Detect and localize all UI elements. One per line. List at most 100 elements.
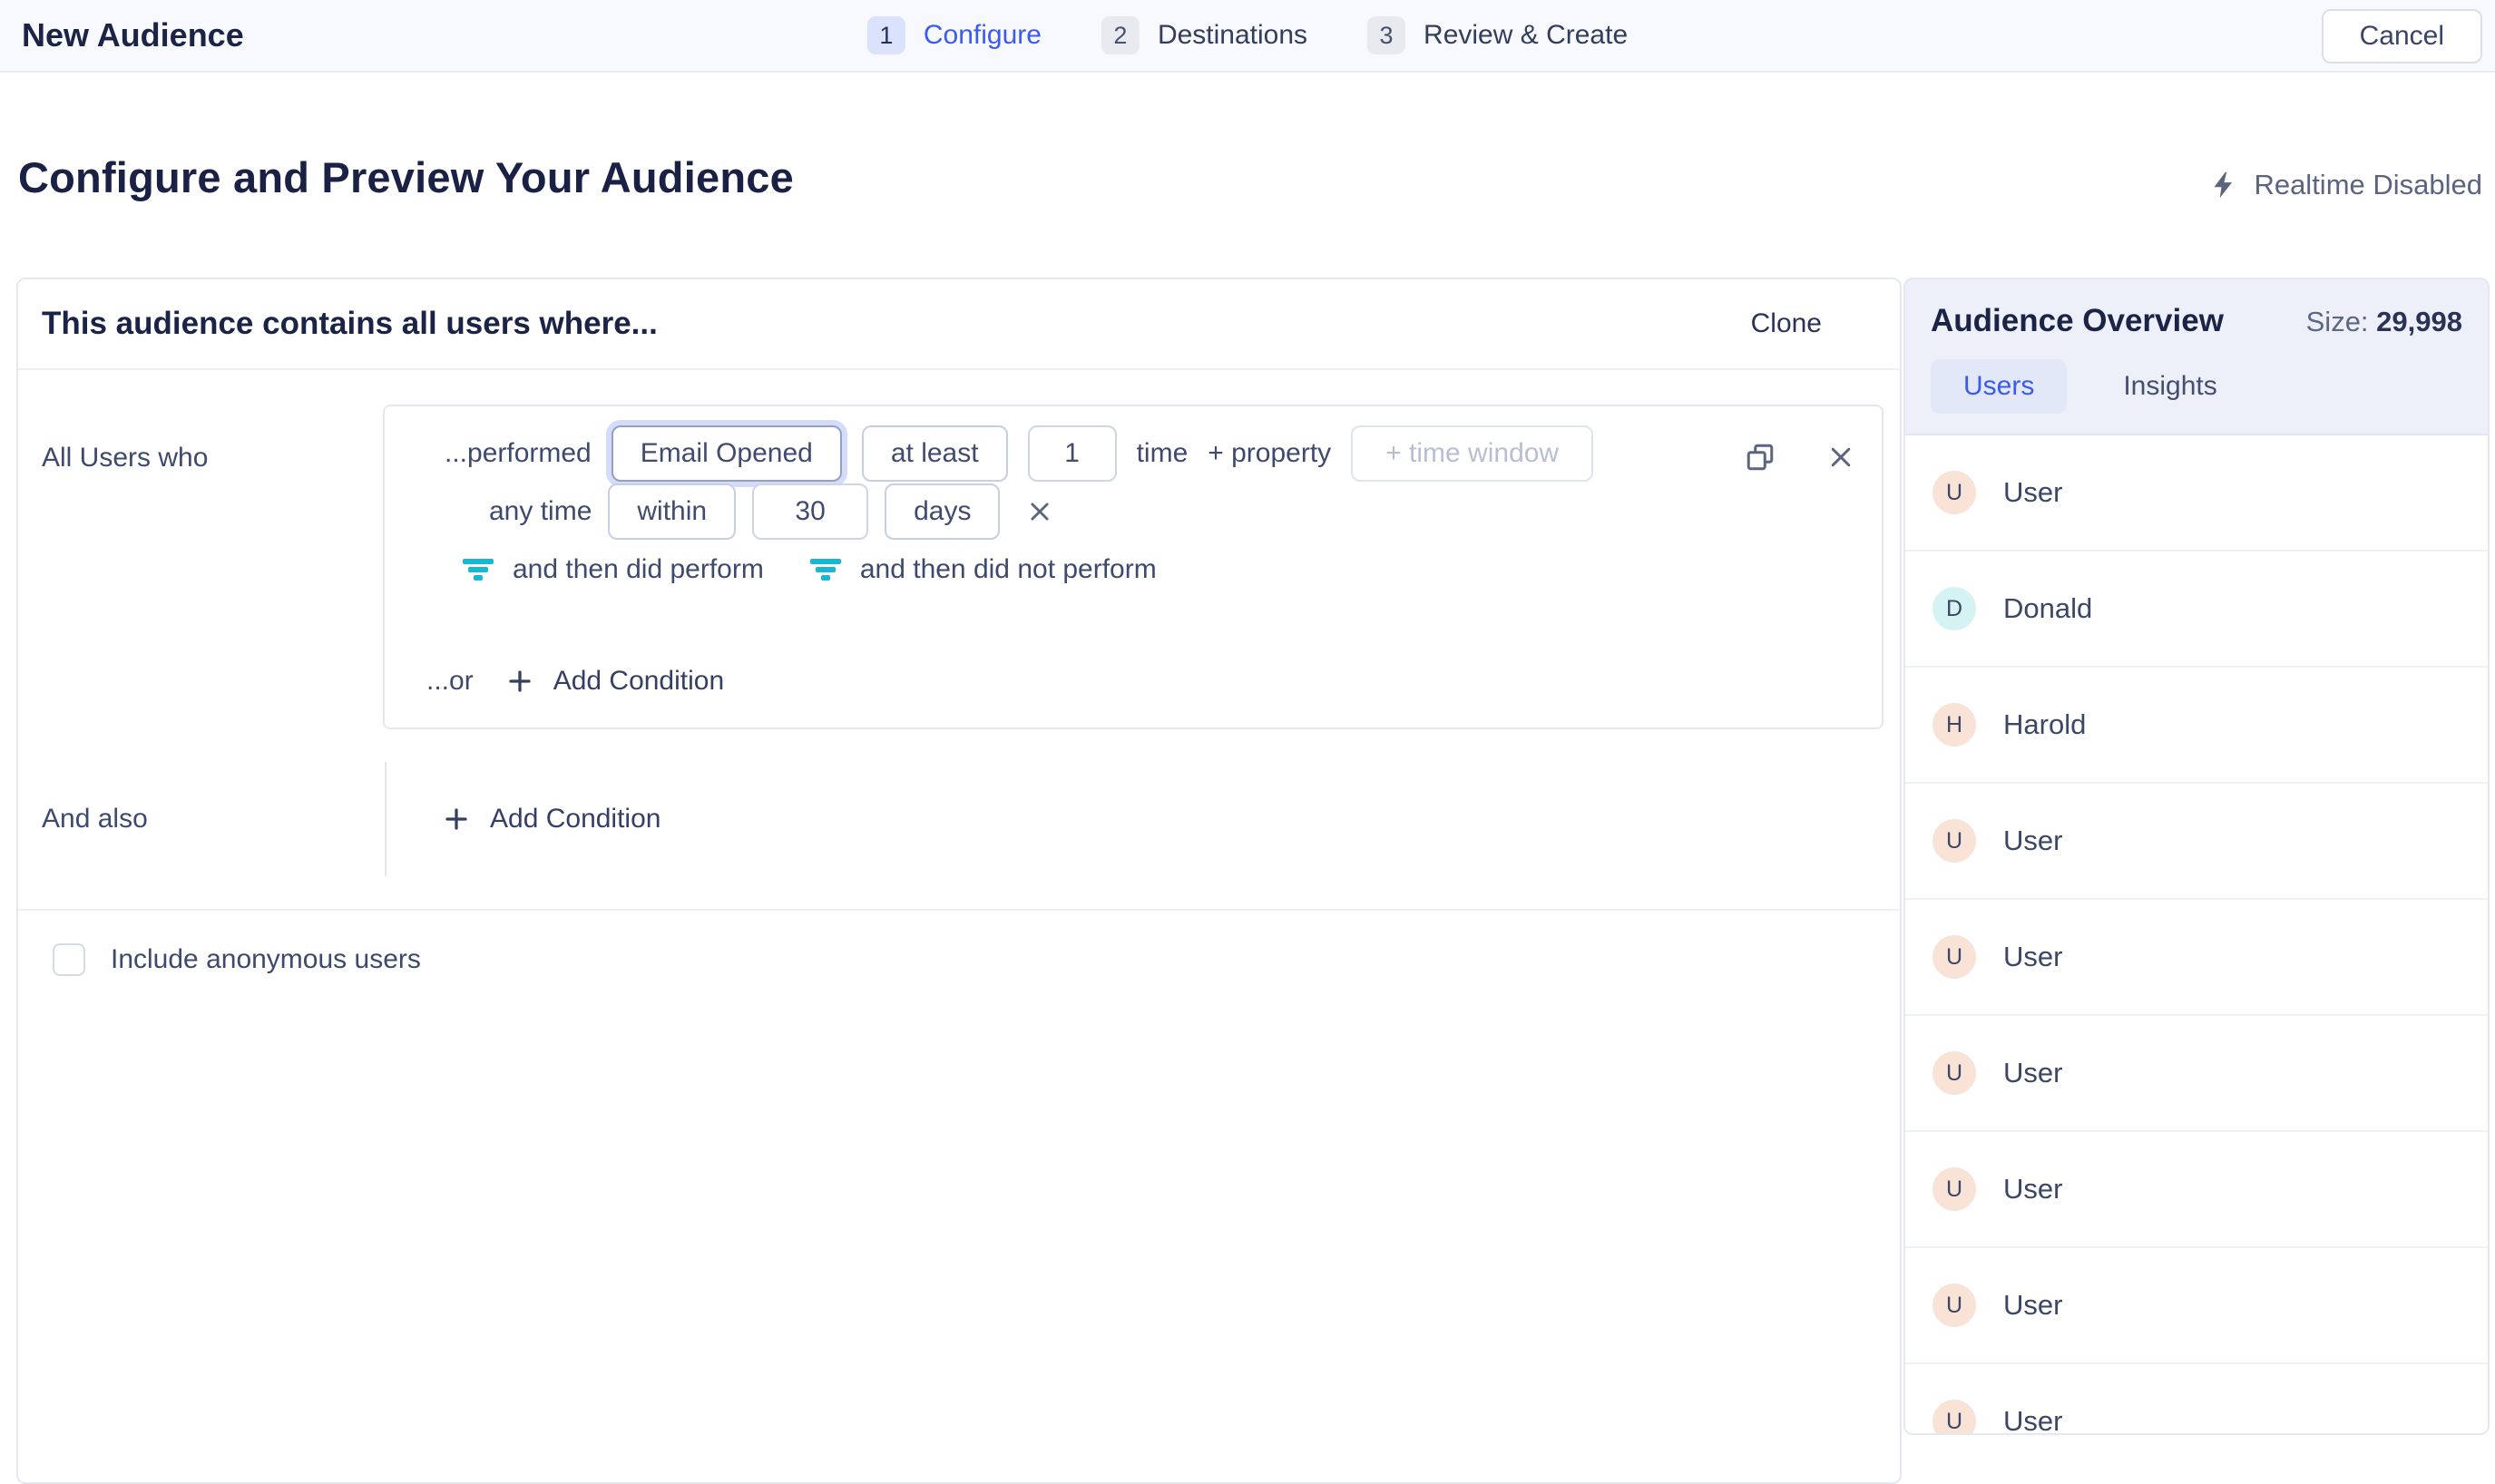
add-or-condition-button[interactable]: Add Condition — [506, 666, 724, 697]
anonymous-users-row: Include anonymous users — [18, 911, 1900, 976]
user-name: User — [2003, 1405, 2062, 1435]
anytime-label: any time — [489, 496, 592, 527]
operator-select[interactable]: at least — [862, 425, 1008, 482]
avatar-initial: D — [1946, 596, 1962, 622]
avatar: U — [1932, 819, 1976, 863]
avatar-initial: U — [1946, 1060, 1962, 1087]
include-anonymous-label: Include anonymous users — [111, 944, 421, 975]
time-window-button[interactable]: + time window — [1351, 425, 1593, 482]
avatar: U — [1932, 935, 1976, 979]
window-count-input[interactable] — [752, 483, 868, 540]
avatar: U — [1932, 471, 1976, 514]
step-3-badge: 3 — [1367, 16, 1405, 54]
step-1-badge: 1 — [867, 16, 905, 54]
user-row[interactable]: U User — [1905, 1132, 2488, 1248]
add-condition-label: Add Condition — [490, 804, 660, 835]
audience-overview-title: Audience Overview — [1931, 303, 2224, 339]
and-also-row: And also Add Condition — [18, 762, 1900, 876]
condition-actions — [1744, 441, 1854, 474]
avatar-initial: U — [1946, 1176, 1962, 1203]
add-condition-label: Add Condition — [553, 666, 724, 697]
or-row: ...or Add Condition — [426, 666, 724, 697]
add-property-button[interactable]: + property — [1208, 438, 1331, 469]
user-name: User — [2003, 476, 2062, 509]
tab-insights[interactable]: Insights — [2090, 359, 2249, 414]
sequence-links-row: and then did perform and then did not pe… — [385, 554, 1882, 585]
step-3-label: Review & Create — [1424, 20, 1628, 51]
condition-row-time-window: any time within days — [385, 483, 1882, 540]
plus-icon — [443, 805, 470, 833]
then-did-perform-label: and then did perform — [513, 554, 764, 585]
step-2-label: Destinations — [1158, 20, 1307, 51]
audience-overview-header: Audience Overview Size: 29,998 Users Ins… — [1905, 279, 2488, 435]
audience-size: Size: 29,998 — [2306, 306, 2462, 338]
user-row[interactable]: U User — [1905, 784, 2488, 900]
user-name: User — [2003, 825, 2062, 857]
size-label: Size: — [2306, 306, 2369, 337]
user-name: Harold — [2003, 708, 2086, 741]
condition-row-event: ...performed Email Opened at least time … — [385, 406, 1882, 482]
user-row[interactable]: U User — [1905, 900, 2488, 1016]
window-unit-select[interactable]: days — [885, 483, 1000, 540]
user-name: User — [2003, 1057, 2062, 1089]
user-list: U User D Donald H Harold U User U User U… — [1905, 435, 2488, 1435]
builder-title: This audience contains all users where..… — [42, 306, 658, 342]
group-label: All Users who — [42, 443, 208, 474]
user-row[interactable]: U User — [1905, 1364, 2488, 1435]
realtime-status: Realtime Disabled — [2208, 169, 2482, 201]
realtime-status-label: Realtime Disabled — [2254, 169, 2482, 201]
avatar-initial: U — [1946, 480, 1962, 506]
avatar: H — [1932, 703, 1976, 747]
clone-button[interactable]: Clone — [1751, 308, 1822, 339]
user-row[interactable]: U User — [1905, 1248, 2488, 1364]
avatar: U — [1932, 1167, 1976, 1211]
overview-tabs: Users Insights — [1931, 359, 2462, 414]
step-destinations[interactable]: 2 Destinations — [1101, 16, 1307, 54]
avatar-initial: H — [1946, 712, 1962, 738]
avatar: D — [1932, 587, 1976, 630]
performed-label: ...performed — [445, 438, 592, 469]
user-name: User — [2003, 941, 2062, 973]
avatar-initial: U — [1946, 1409, 1962, 1435]
and-also-content: Add Condition — [385, 762, 1883, 876]
page-title: Configure and Preview Your Audience — [18, 152, 794, 202]
remove-time-window-icon[interactable] — [1027, 499, 1052, 524]
user-row[interactable]: U User — [1905, 435, 2488, 552]
user-row[interactable]: D Donald — [1905, 552, 2488, 668]
user-row[interactable]: H Harold — [1905, 668, 2488, 784]
user-name: User — [2003, 1173, 2062, 1206]
step-review-create[interactable]: 3 Review & Create — [1367, 16, 1628, 54]
size-value: 29,998 — [2376, 306, 2462, 337]
audience-overview-panel: Audience Overview Size: 29,998 Users Ins… — [1903, 278, 2490, 1435]
window-title: New Audience — [22, 16, 244, 54]
then-did-not-perform-button[interactable]: and then did not perform — [807, 554, 1157, 585]
avatar-initial: U — [1946, 944, 1962, 971]
condition-group-row: All Users who ...performed Email Opened … — [18, 405, 1900, 729]
cancel-button[interactable]: Cancel — [2322, 9, 2482, 63]
user-name: Donald — [2003, 592, 2092, 625]
then-did-not-perform-label: and then did not perform — [860, 554, 1157, 585]
user-row[interactable]: U User — [1905, 1016, 2488, 1132]
count-input[interactable] — [1028, 425, 1117, 482]
avatar: U — [1932, 1051, 1976, 1095]
funnel-icon — [807, 554, 844, 585]
add-and-condition-button[interactable]: Add Condition — [443, 804, 660, 835]
duplicate-condition-icon[interactable] — [1744, 441, 1776, 474]
event-select[interactable]: Email Opened — [612, 425, 842, 482]
condition-box: ...performed Email Opened at least time … — [383, 405, 1883, 729]
plus-icon — [506, 668, 533, 695]
avatar: U — [1932, 1400, 1976, 1435]
tab-users[interactable]: Users — [1931, 359, 2067, 414]
top-bar: New Audience 1 Configure 2 Destinations … — [0, 0, 2495, 73]
and-also-label: And also — [42, 804, 148, 835]
window-operator-select[interactable]: within — [608, 483, 736, 540]
include-anonymous-checkbox[interactable] — [53, 943, 85, 976]
step-configure[interactable]: 1 Configure — [867, 16, 1042, 54]
funnel-icon — [460, 554, 496, 585]
remove-condition-icon[interactable] — [1827, 444, 1854, 471]
then-did-perform-button[interactable]: and then did perform — [460, 554, 764, 585]
avatar-initial: U — [1946, 1293, 1962, 1319]
user-name: User — [2003, 1289, 2062, 1322]
lightning-bolt-icon — [2208, 170, 2239, 200]
step-2-badge: 2 — [1101, 16, 1140, 54]
